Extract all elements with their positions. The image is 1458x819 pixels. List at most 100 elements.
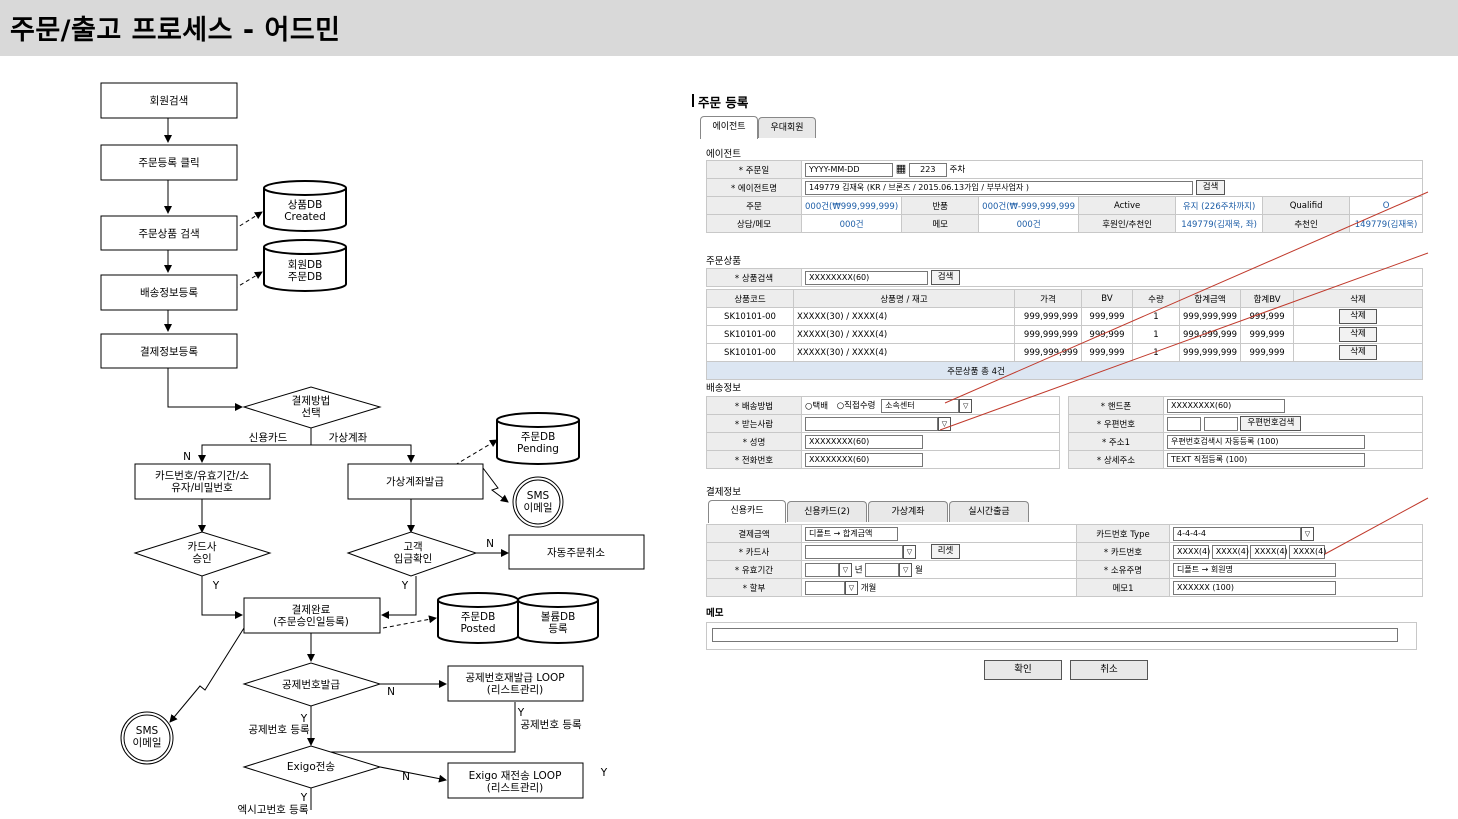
card-type-select[interactable]: 4-4-4-4 (1173, 526, 1301, 541)
expiry-year-select[interactable] (805, 562, 839, 577)
name-input[interactable]: XXXXXXXX(60) (805, 434, 923, 449)
card-no-part-1[interactable]: XXXX(4) (1173, 544, 1210, 559)
deduct-reg-label-1: 공제번호 등록 (248, 724, 310, 736)
cell-bv: 999,999 (1081, 307, 1133, 326)
mobile-input[interactable]: XXXXXXXX(60) (1167, 398, 1285, 413)
deduct-reg-label-2: 공제번호 등록 (520, 719, 582, 731)
product-search-label: 주문상품 검색 (138, 228, 199, 240)
delete-button[interactable]: 삭제 (1339, 345, 1377, 360)
product-db-label-1: 상품DB (288, 199, 323, 211)
memo1-input[interactable]: XXXXXX (100) (1173, 580, 1336, 595)
row3-label-order: 주문 (706, 196, 802, 215)
page-title: 주문/출고 프로세스 - 어드민 (10, 15, 341, 46)
cell-total-bv: 999,999 (1240, 343, 1295, 362)
agent-search-button[interactable]: 검색 (1195, 180, 1226, 195)
card-company-select[interactable] (805, 544, 903, 559)
expiry-month-select[interactable] (865, 562, 900, 577)
chevron-down-icon[interactable]: ▽ (899, 562, 913, 577)
tab-preferred-member[interactable]: 우대회원 (758, 117, 816, 138)
product-search-button[interactable]: 검색 (930, 270, 961, 285)
chevron-down-icon[interactable]: ▽ (845, 580, 858, 595)
row3-active-value: 유지 (226주차까지) (1175, 196, 1264, 215)
product-search-input[interactable]: XXXXXXXX(60) (805, 270, 928, 285)
delete-button[interactable]: 삭제 (1339, 327, 1377, 342)
card-no-part-2[interactable]: XXXX(4) (1211, 544, 1249, 559)
cell-code: SK10101-00 (706, 325, 794, 344)
name-label: * 성명 (706, 432, 802, 451)
tab-agent[interactable]: 에이전트 (700, 116, 758, 139)
tab-credit-card[interactable]: 신용카드 (708, 500, 786, 523)
confirm-button[interactable]: 확인 (984, 660, 1062, 680)
volume-db-label-1: 볼륨DB (541, 611, 576, 623)
tab-credit-card-2[interactable]: 신용카드(2) (787, 501, 867, 522)
chevron-down-icon[interactable]: ▽ (1301, 526, 1314, 541)
owner-input[interactable]: 디폴트 → 회원명 (1173, 562, 1336, 577)
card-approve-label-1: 카드사 (188, 541, 217, 553)
addr1-input[interactable]: 우편번호검색시 자동등록 (100) (1167, 434, 1365, 449)
pay-complete-label-1: 결제완료 (292, 603, 331, 616)
center-select[interactable]: 소속센터 (881, 398, 960, 413)
calendar-icon[interactable]: ▦ (896, 162, 906, 175)
payment-method-label-1: 결제방법 (292, 395, 331, 407)
exigo-send-label: Exigo전송 (287, 761, 336, 773)
row4-memo-value[interactable]: 000건 (978, 214, 1080, 233)
row3-order-value[interactable]: 000건(₩999,999,999) (800, 196, 903, 215)
radio-parcel[interactable]: ○택배 (805, 401, 828, 411)
cell-total-amount: 999,999,999 (1178, 325, 1242, 344)
order-date-input[interactable]: YYYY-MM-DD (805, 162, 893, 177)
delete-button[interactable]: 삭제 (1339, 309, 1377, 324)
deduct-issue-label: 공제번호발급 (282, 679, 340, 691)
chevron-down-icon[interactable]: ▽ (903, 544, 916, 559)
zip-input-1[interactable] (1167, 416, 1201, 431)
chevron-down-icon[interactable]: ▽ (839, 562, 852, 577)
week-input[interactable]: 223 (908, 162, 947, 177)
exigo-loop-label-2: (리스트관리) (487, 782, 544, 794)
product-total: 주문상품 총 4건 (706, 361, 1423, 380)
y-label-2: Y (401, 580, 409, 592)
zip-search-button[interactable]: 우편번호검색 (1240, 416, 1302, 431)
products-section-title: 주문상품 (706, 256, 741, 267)
chevron-down-icon[interactable]: ▽ (938, 416, 951, 431)
year-unit: 년 (854, 565, 863, 575)
receiver-select[interactable] (805, 416, 938, 431)
delivery-label: 배송정보등록 (140, 287, 198, 299)
agent-table: * 주문일 YYYY-MM-DD ▦ 223 주차 * 에이전트명 149779… (706, 160, 1423, 233)
cell-total-bv: 999,999 (1240, 307, 1295, 326)
cell-quantity[interactable]: 1 (1132, 343, 1180, 362)
cell-price: 999,999,999 (1014, 325, 1082, 344)
y-label-1: Y (212, 580, 220, 592)
row4-label-consult: 상담/메모 (706, 214, 802, 233)
radio-pickup[interactable]: ○직접수령 (837, 401, 876, 411)
order-posted-label-2: Posted (460, 623, 495, 635)
amount-input[interactable]: 디폴트 → 합계금액 (805, 526, 898, 541)
month-unit: 월 (914, 565, 923, 575)
chevron-down-icon[interactable]: ▽ (959, 398, 973, 413)
card-no-part-4[interactable]: XXXX(4) (1289, 544, 1326, 559)
sms2-label-1: SMS (136, 725, 159, 737)
col-bv: BV (1081, 289, 1133, 308)
addr2-input[interactable]: TEXT 직접등록 (100) (1167, 452, 1365, 467)
cell-quantity[interactable]: 1 (1132, 325, 1180, 344)
cancel-button[interactable]: 취소 (1070, 660, 1148, 680)
phone-label: * 전화번호 (706, 450, 802, 469)
cell-name: XXXXX(30) / XXXX(4) (793, 343, 1015, 362)
row4-consult-value[interactable]: 000건 (800, 214, 903, 233)
flowchart: 회원검색 주문등록 클릭 주문상품 검색 상품DB Created 회원DB 주… (100, 82, 645, 816)
mobile-label: * 핸드폰 (1068, 396, 1164, 415)
tab-virtual-account[interactable]: 가상계좌 (868, 501, 948, 522)
cell-price: 999,999,999 (1014, 307, 1082, 326)
deduct-loop-label-2: (리스트관리) (487, 684, 544, 696)
row3-return-value[interactable]: 000건(₩-999,999,999 (978, 196, 1080, 215)
col-delete: 삭제 (1293, 289, 1423, 308)
card-no-part-3[interactable]: XXXX(4) (1250, 544, 1288, 559)
zip-input-2[interactable] (1203, 416, 1238, 431)
agent-name-input[interactable]: 149779 김재욱 (KR / 브론즈 / 2015.06.13가입 / 부부… (805, 180, 1193, 195)
phone-input[interactable]: XXXXXXXX(60) (805, 452, 923, 467)
memo-input[interactable] (712, 628, 1398, 642)
tab-realtime-withdraw[interactable]: 실시간출금 (949, 501, 1029, 522)
cell-quantity[interactable]: 1 (1132, 307, 1180, 326)
reset-button[interactable]: 리셋 (930, 544, 961, 559)
sms1-label-1: SMS (527, 490, 550, 502)
installment-select[interactable] (805, 580, 845, 595)
cell-code: SK10101-00 (706, 343, 794, 362)
